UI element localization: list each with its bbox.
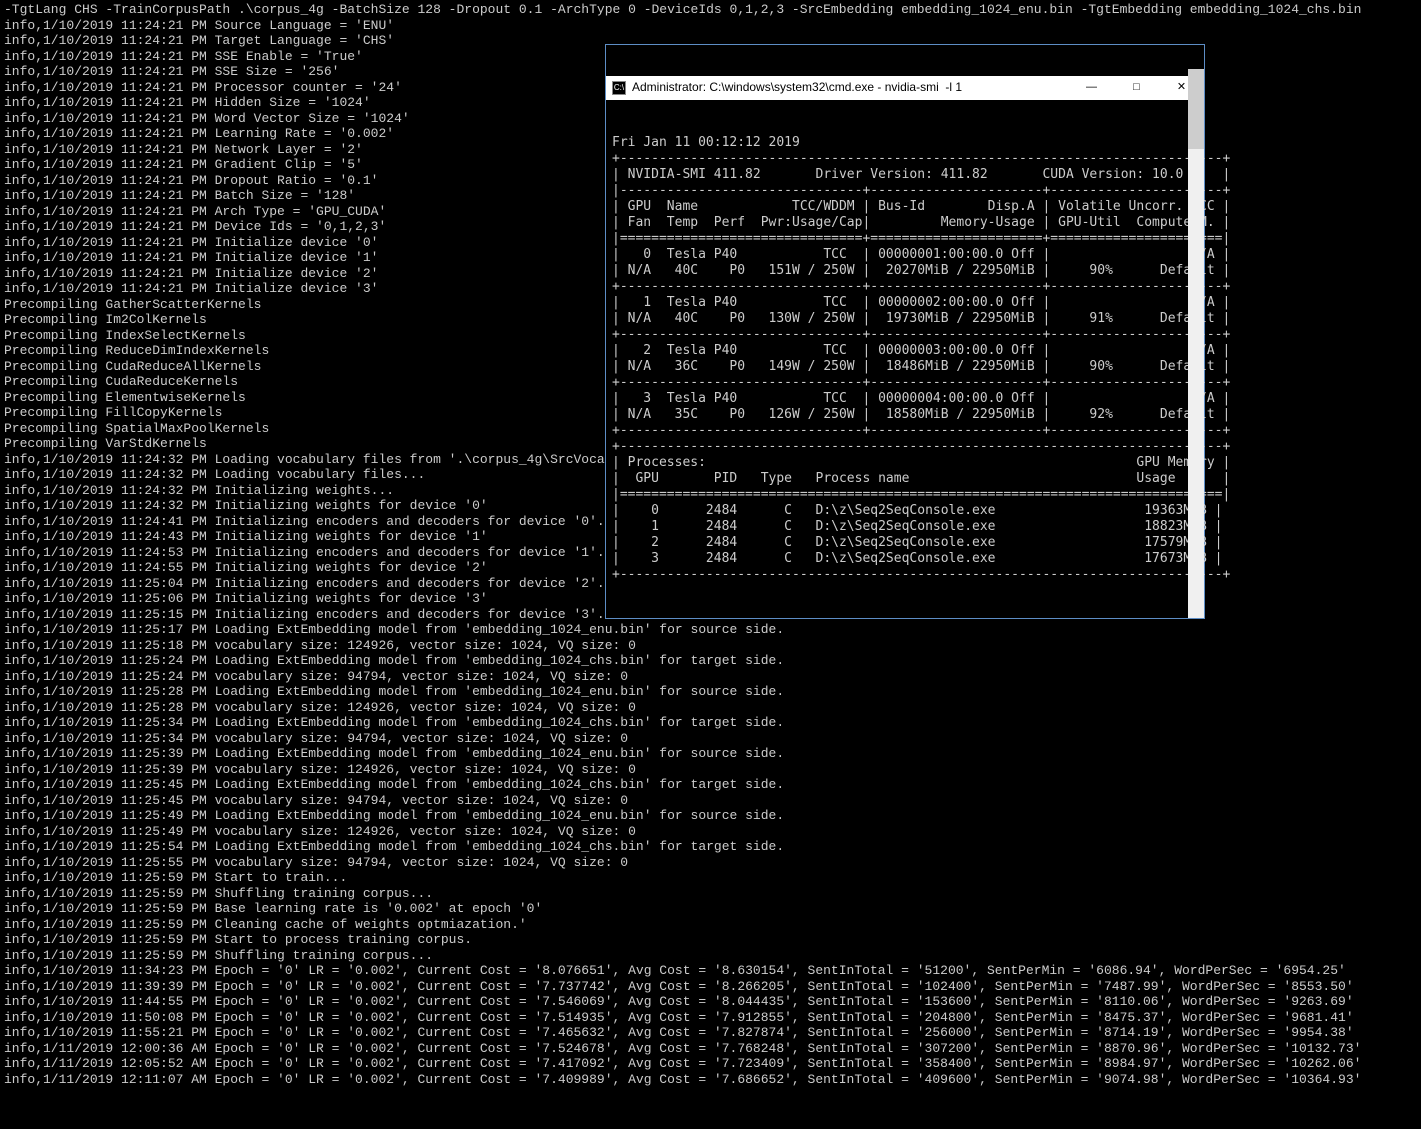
- terminal-line: info,1/10/2019 11:44:55 PM Epoch = '0' L…: [4, 994, 1361, 1010]
- terminal-line: info,1/10/2019 11:25:49 PM vocabulary si…: [4, 824, 1361, 840]
- terminal-line: info,1/11/2019 12:05:52 AM Epoch = '0' L…: [4, 1056, 1361, 1072]
- cmd-icon: C:\: [612, 81, 626, 95]
- terminal-line: info,1/10/2019 11:25:59 PM Start to proc…: [4, 932, 1361, 948]
- maximize-button[interactable]: □: [1114, 76, 1159, 100]
- window-titlebar[interactable]: C:\ Administrator: C:\windows\system32\c…: [606, 76, 1204, 100]
- smi-line: +-------------------------------+-------…: [612, 423, 1198, 439]
- terminal-line: info,1/10/2019 11:25:59 PM Shuffling tra…: [4, 886, 1361, 902]
- smi-line: | NVIDIA-SMI 411.82 Driver Version: 411.…: [612, 167, 1198, 183]
- terminal-line: info,1/10/2019 11:25:45 PM vocabulary si…: [4, 793, 1361, 809]
- nvidia-smi-window[interactable]: C:\ Administrator: C:\windows\system32\c…: [605, 44, 1205, 619]
- terminal-line: info,1/10/2019 11:25:45 PM Loading ExtEm…: [4, 777, 1361, 793]
- smi-line: |===============================+=======…: [612, 231, 1198, 247]
- terminal-line: info,1/10/2019 11:55:21 PM Epoch = '0' L…: [4, 1025, 1361, 1041]
- smi-line: | Processes: GPU Memory |: [612, 455, 1198, 471]
- terminal-line: info,1/10/2019 11:25:39 PM Loading ExtEm…: [4, 746, 1361, 762]
- smi-line: | 0 Tesla P40 TCC | 00000001:00:00.0 Off…: [612, 247, 1198, 263]
- nvidia-smi-output[interactable]: Fri Jan 11 00:12:12 2019+---------------…: [606, 131, 1204, 587]
- terminal-line: info,1/10/2019 11:25:39 PM vocabulary si…: [4, 762, 1361, 778]
- smi-line: +---------------------------------------…: [612, 567, 1198, 583]
- scrollbar[interactable]: [1188, 69, 1204, 618]
- terminal-line: info,1/11/2019 12:00:36 AM Epoch = '0' L…: [4, 1041, 1361, 1057]
- terminal-line: info,1/10/2019 11:25:28 PM vocabulary si…: [4, 700, 1361, 716]
- smi-line: |=======================================…: [612, 487, 1198, 503]
- smi-line: | 1 2484 C D:\z\Seq2SeqConsole.exe 18823…: [612, 519, 1198, 535]
- terminal-line: -TgtLang CHS -TrainCorpusPath .\corpus_4…: [4, 2, 1361, 18]
- terminal-line: info,1/10/2019 11:25:34 PM vocabulary si…: [4, 731, 1361, 747]
- terminal-line: info,1/10/2019 11:25:24 PM vocabulary si…: [4, 669, 1361, 685]
- terminal-line: info,1/10/2019 11:25:55 PM vocabulary si…: [4, 855, 1361, 871]
- smi-line: | GPU PID Type Process name Usage |: [612, 471, 1198, 487]
- window-title: Administrator: C:\windows\system32\cmd.e…: [632, 80, 962, 96]
- smi-line: | 2 Tesla P40 TCC | 00000003:00:00.0 Off…: [612, 343, 1198, 359]
- terminal-line: info,1/10/2019 11:25:59 PM Cleaning cach…: [4, 917, 1361, 933]
- terminal-line: info,1/10/2019 11:25:28 PM Loading ExtEm…: [4, 684, 1361, 700]
- terminal-line: info,1/10/2019 11:25:34 PM Loading ExtEm…: [4, 715, 1361, 731]
- smi-line: +-------------------------------+-------…: [612, 327, 1198, 343]
- smi-line: +-------------------------------+-------…: [612, 279, 1198, 295]
- terminal-line: info,1/10/2019 11:25:24 PM Loading ExtEm…: [4, 653, 1361, 669]
- terminal-line: info,1/10/2019 11:50:08 PM Epoch = '0' L…: [4, 1010, 1361, 1026]
- smi-line: |-------------------------------+-------…: [612, 183, 1198, 199]
- smi-line: | 3 Tesla P40 TCC | 00000004:00:00.0 Off…: [612, 391, 1198, 407]
- terminal-line: info,1/10/2019 11:25:59 PM Start to trai…: [4, 870, 1361, 886]
- terminal-line: info,1/10/2019 11:25:59 PM Base learning…: [4, 901, 1361, 917]
- terminal-line: info,1/10/2019 11:25:59 PM Shuffling tra…: [4, 948, 1361, 964]
- terminal-line: info,1/10/2019 11:34:23 PM Epoch = '0' L…: [4, 963, 1361, 979]
- smi-line: +-------------------------------+-------…: [612, 375, 1198, 391]
- scrollbar-thumb[interactable]: [1188, 69, 1204, 149]
- terminal-line: info,1/10/2019 11:25:17 PM Loading ExtEm…: [4, 622, 1361, 638]
- terminal-line: info,1/11/2019 12:11:07 AM Epoch = '0' L…: [4, 1072, 1361, 1088]
- terminal-line: info,1/10/2019 11:25:54 PM Loading ExtEm…: [4, 839, 1361, 855]
- smi-line: | N/A 40C P0 151W / 250W | 20270MiB / 22…: [612, 263, 1198, 279]
- smi-line: +---------------------------------------…: [612, 151, 1198, 167]
- minimize-button[interactable]: —: [1069, 76, 1114, 100]
- smi-line: Fri Jan 11 00:12:12 2019: [612, 135, 1198, 151]
- terminal-line: info,1/10/2019 11:24:21 PM Source Langua…: [4, 18, 1361, 34]
- smi-line: | 3 2484 C D:\z\Seq2SeqConsole.exe 17673…: [612, 551, 1198, 567]
- smi-line: | 2 2484 C D:\z\Seq2SeqConsole.exe 17579…: [612, 535, 1198, 551]
- smi-line: | GPU Name TCC/WDDM | Bus-Id Disp.A | Vo…: [612, 199, 1198, 215]
- terminal-line: info,1/10/2019 11:39:39 PM Epoch = '0' L…: [4, 979, 1361, 995]
- smi-line: | 0 2484 C D:\z\Seq2SeqConsole.exe 19363…: [612, 503, 1198, 519]
- smi-line: | N/A 40C P0 130W / 250W | 19730MiB / 22…: [612, 311, 1198, 327]
- terminal-line: info,1/10/2019 11:25:49 PM Loading ExtEm…: [4, 808, 1361, 824]
- smi-line: | 1 Tesla P40 TCC | 00000002:00:00.0 Off…: [612, 295, 1198, 311]
- smi-line: | N/A 36C P0 149W / 250W | 18486MiB / 22…: [612, 359, 1198, 375]
- smi-line: +---------------------------------------…: [612, 439, 1198, 455]
- smi-line: | Fan Temp Perf Pwr:Usage/Cap| Memory-Us…: [612, 215, 1198, 231]
- terminal-line: info,1/10/2019 11:25:18 PM vocabulary si…: [4, 638, 1361, 654]
- smi-line: | N/A 35C P0 126W / 250W | 18580MiB / 22…: [612, 407, 1198, 423]
